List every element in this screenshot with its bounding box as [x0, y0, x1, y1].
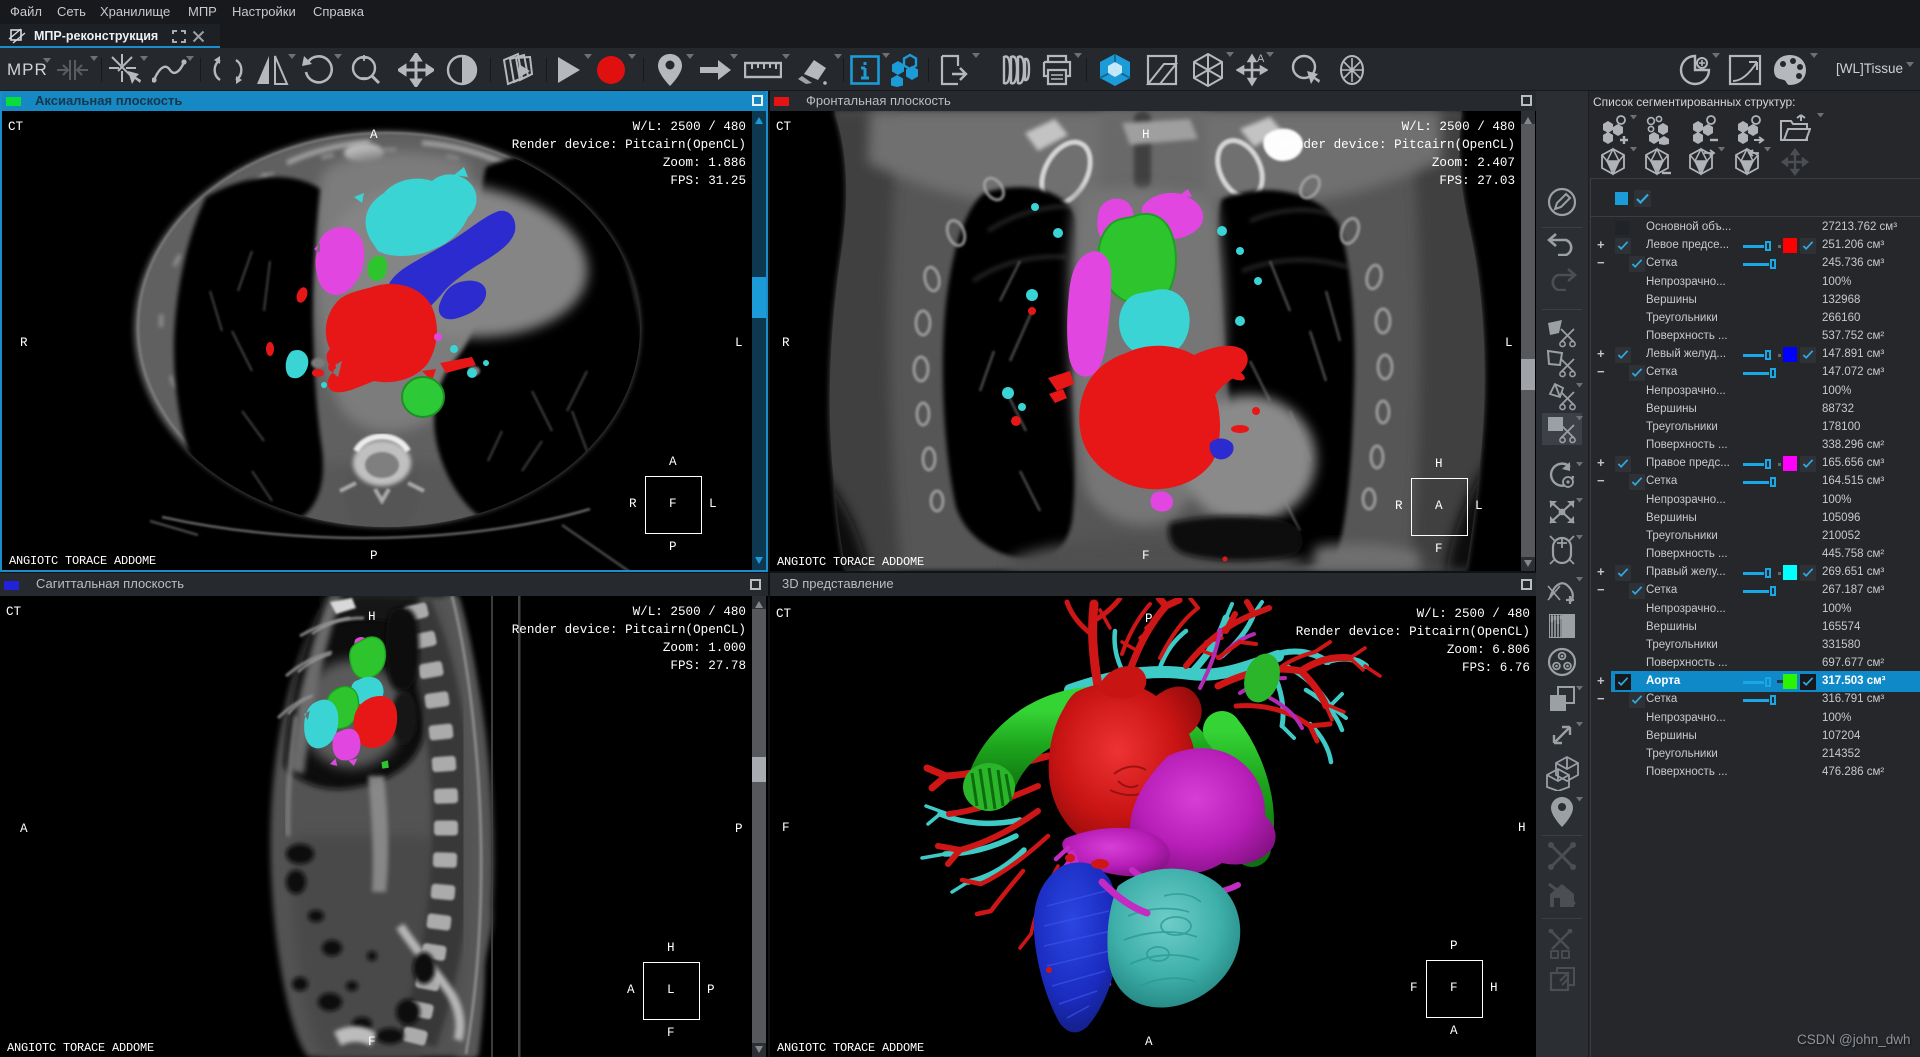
svg-text:A: A: [1257, 53, 1265, 65]
